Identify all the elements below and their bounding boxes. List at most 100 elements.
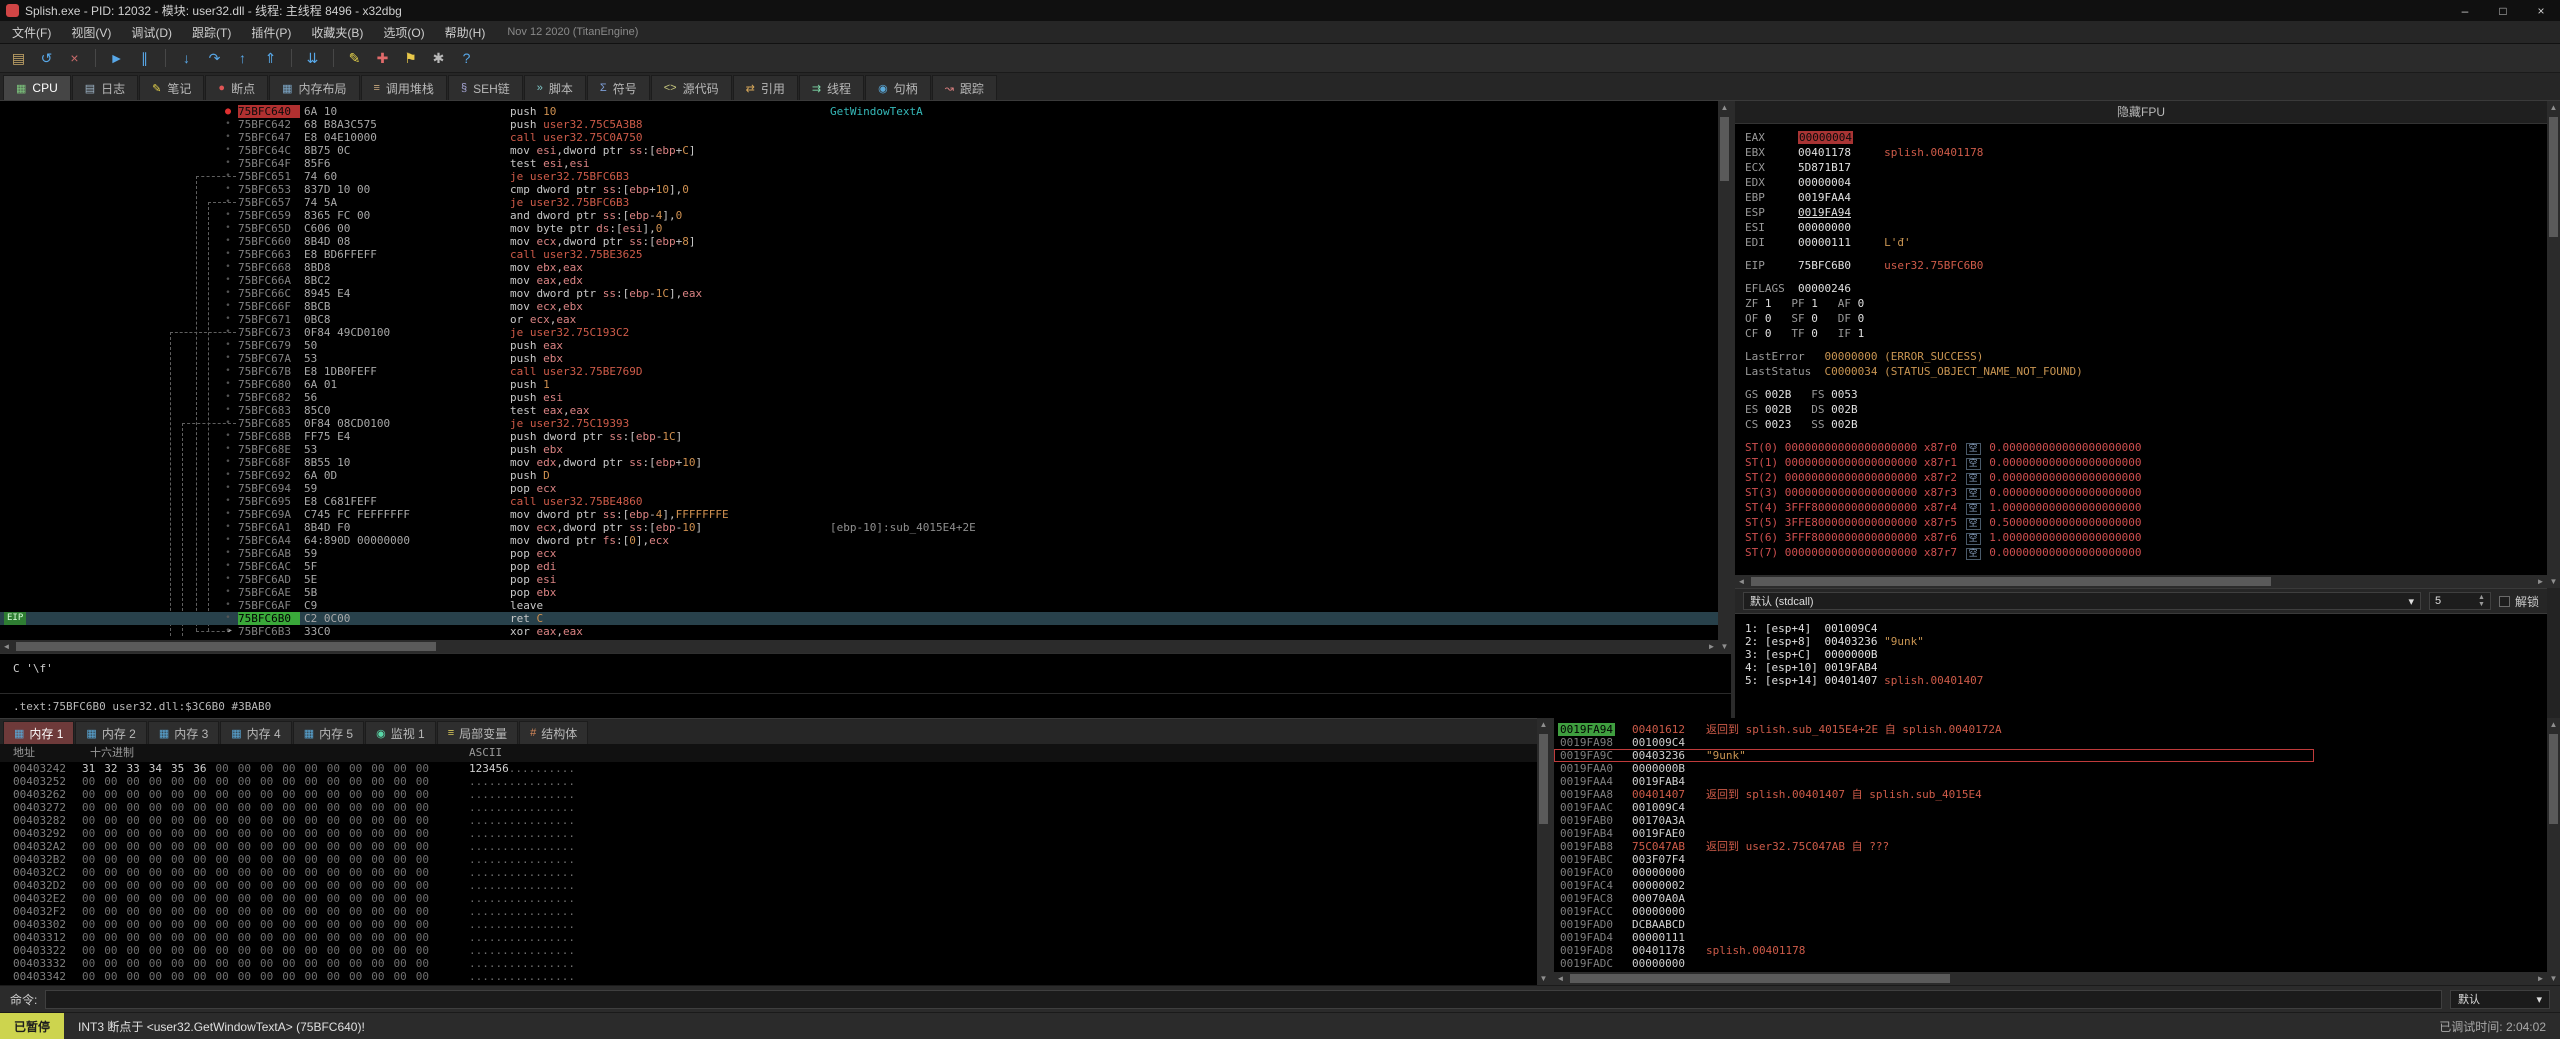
command-default-dropdown[interactable]: 默认 ▾ bbox=[2450, 989, 2550, 1009]
gutter-dot[interactable]: • bbox=[222, 365, 234, 378]
scroll-up-icon[interactable]: ▲ bbox=[1718, 101, 1731, 114]
gutter-dot[interactable]: • bbox=[222, 196, 234, 209]
stack-row[interactable]: 0019FAA8 00401407 返回到 splish.00401407 自 sp… bbox=[1554, 788, 2314, 801]
dump-row[interactable]: 004032F2 00 00 00 00 00 00 00 00 00 00 00 00 00 00 00 00… bbox=[0, 905, 1537, 918]
tab-symbols[interactable]: Σ 符号 bbox=[586, 75, 650, 100]
scroll-right-icon[interactable]: ► bbox=[1705, 640, 1718, 653]
stack-hscrollbar[interactable]: ◄ ► bbox=[1554, 972, 2547, 985]
gutter-dot[interactable]: • bbox=[222, 261, 234, 274]
gutter-dot[interactable]: • bbox=[222, 482, 234, 495]
registers-vscrollbar[interactable]: ▲ ▼ bbox=[2547, 101, 2560, 588]
minimize-button[interactable]: – bbox=[2446, 0, 2484, 21]
gutter-dot[interactable]: • bbox=[222, 469, 234, 482]
disasm-row[interactable]: • 75BFC6AD 5E pop esi bbox=[0, 573, 1718, 586]
gutter-dot[interactable]: • bbox=[222, 404, 234, 417]
argument-line[interactable]: 2: [esp+8] 00403236 "9unk" bbox=[1745, 635, 2547, 648]
gutter-dot[interactable]: • bbox=[222, 131, 234, 144]
tab-cpu[interactable]: ▦ CPU bbox=[3, 75, 71, 100]
gutter-dot[interactable]: • bbox=[222, 521, 234, 534]
disasm-row[interactable]: EIP • 75BFC6B0 C2 0C00 ret C bbox=[0, 612, 1718, 625]
disasm-row[interactable]: • 75BFC694 59 pop ecx bbox=[0, 482, 1718, 495]
disasm-row[interactable]: • 75BFC682 56 push esi bbox=[0, 391, 1718, 404]
gutter-dot[interactable]: • bbox=[222, 248, 234, 261]
step-over-button[interactable]: ↷ bbox=[202, 47, 227, 70]
scroll-down-icon[interactable]: ▼ bbox=[2547, 575, 2560, 588]
gutter-dot[interactable]: • bbox=[222, 443, 234, 456]
scroll-thumb[interactable] bbox=[2549, 734, 2558, 824]
dump-row[interactable]: 00403272 00 00 00 00 00 00 00 00 00 00 00 00 00 00 00 00… bbox=[0, 801, 1537, 814]
disasm-row[interactable]: • 75BFC6B3 33C0 xor eax,eax bbox=[0, 625, 1718, 638]
gutter-dot[interactable]: • bbox=[222, 508, 234, 521]
argument-line[interactable]: 4: [esp+10] 0019FAB4 bbox=[1745, 661, 2547, 674]
gutter-dot[interactable]: • bbox=[222, 209, 234, 222]
register-line[interactable]: ST(7) 00000000000000000000 x87r7 空 0.000… bbox=[1745, 545, 2547, 560]
scroll-left-icon[interactable]: ◄ bbox=[1554, 972, 1567, 985]
tab-memory-map[interactable]: ▦ 内存布局 bbox=[269, 75, 360, 100]
stack-row[interactable]: 0019FAB0 00170A3A bbox=[1554, 814, 2314, 827]
disasm-row[interactable]: • 75BFC642 68 B8A3C575 push user32.75C5A3B8 bbox=[0, 118, 1718, 131]
notes-button[interactable]: ✎ bbox=[342, 47, 367, 70]
tab-notes[interactable]: ✎ 笔记 bbox=[139, 75, 205, 100]
dump-row[interactable]: 00403282 00 00 00 00 00 00 00 00 00 00 00 00 00 00 00 00… bbox=[0, 814, 1537, 827]
gutter-dot[interactable]: • bbox=[222, 183, 234, 196]
gutter-dot[interactable]: • bbox=[222, 300, 234, 313]
disasm-row[interactable]: • 75BFC66A 8BC2 mov eax,edx bbox=[0, 274, 1718, 287]
gutter-dot[interactable]: • bbox=[222, 534, 234, 547]
dump-row[interactable]: 00403312 00 00 00 00 00 00 00 00 00 00 00 00 00 00 00 00… bbox=[0, 931, 1537, 944]
register-line[interactable]: LastError 00000000 (ERROR_SUCCESS) bbox=[1745, 349, 2547, 364]
register-line[interactable]: EBX 00401178 splish.00401178 bbox=[1745, 145, 2547, 160]
disasm-row[interactable]: • 75BFC659 8365 FC 00 and dword ptr ss:[ebp… bbox=[0, 209, 1718, 222]
register-line[interactable]: EFLAGS 00000246 bbox=[1745, 281, 2547, 296]
register-line[interactable]: EAX 00000004 bbox=[1745, 130, 2547, 145]
gutter-dot[interactable]: • bbox=[222, 144, 234, 157]
tab-log[interactable]: ▤ 日志 bbox=[71, 75, 139, 100]
disasm-row[interactable]: • 75BFC68F 8B55 10 mov edx,dword ptr ss:[eb… bbox=[0, 456, 1718, 469]
disasm-row[interactable]: • 75BFC66C 8945 E4 mov dword ptr ss:[ebp-1C… bbox=[0, 287, 1718, 300]
stack-row[interactable]: 0019FABC 003F07F4 bbox=[1554, 853, 2314, 866]
disasm-row[interactable]: • 75BFC660 8B4D 08 mov ecx,dword ptr ss:[eb… bbox=[0, 235, 1718, 248]
disasm-row[interactable]: • 75BFC657 74 5A je user32.75BFC6B3 bbox=[0, 196, 1718, 209]
menu-item[interactable]: 帮助(H) bbox=[435, 24, 496, 41]
disasm-row[interactable]: • 75BFC680 6A 01 push 1 bbox=[0, 378, 1718, 391]
gutter-dot[interactable]: • bbox=[222, 573, 234, 586]
disasm-row[interactable]: • 75BFC65D C606 00 mov byte ptr ds:[esi],0 bbox=[0, 222, 1718, 235]
disasm-row[interactable]: • 75BFC67A 53 push ebx bbox=[0, 352, 1718, 365]
scroll-down-icon[interactable]: ▼ bbox=[2547, 972, 2560, 985]
register-line[interactable]: CS 0023 SS 002B bbox=[1745, 417, 2547, 432]
disasm-row[interactable]: • 75BFC671 0BC8 or ecx,eax bbox=[0, 313, 1718, 326]
register-line[interactable]: OF 0 SF 0 DF 0 bbox=[1745, 311, 2547, 326]
help-button[interactable]: ? bbox=[454, 47, 479, 70]
tab-trace[interactable]: ↝ 跟踪 bbox=[931, 75, 997, 100]
gutter-dot[interactable]: • bbox=[222, 430, 234, 443]
dump-row[interactable]: 004032E2 00 00 00 00 00 00 00 00 00 00 00 00 00 00 00 00… bbox=[0, 892, 1537, 905]
dump-tab-struct[interactable]: # 结构体 bbox=[519, 721, 589, 744]
dump-row[interactable]: 004032C2 00 00 00 00 00 00 00 00 00 00 00 00 00 00 00 00… bbox=[0, 866, 1537, 879]
disasm-row[interactable]: • 75BFC6AF C9 leave bbox=[0, 599, 1718, 612]
execute-till-return-button[interactable]: ↑ bbox=[230, 47, 255, 70]
disasm-row[interactable]: • 75BFC64F 85F6 test esi,esi bbox=[0, 157, 1718, 170]
disasm-row[interactable]: • 75BFC685 0F84 08CD0100 je user32.75C19393 bbox=[0, 417, 1718, 430]
argument-line[interactable]: 5: [esp+14] 00401407 splish.00401407 bbox=[1745, 674, 2547, 687]
run-to-user-code-button[interactable]: ⇑ bbox=[258, 47, 283, 70]
disasm-row[interactable]: • 75BFC6A4 64:890D 00000000 mov dword ptr f… bbox=[0, 534, 1718, 547]
gutter-dot[interactable]: • bbox=[222, 235, 234, 248]
stack-row[interactable]: 0019FA9C 00403236 "9unk" bbox=[1554, 749, 2314, 762]
dump-row[interactable]: 00403262 00 00 00 00 00 00 00 00 00 00 00 00 00 00 00 00… bbox=[0, 788, 1537, 801]
stack-row[interactable]: 0019FAC4 00000002 bbox=[1554, 879, 2314, 892]
gutter-dot[interactable]: • bbox=[222, 612, 234, 625]
menu-item[interactable]: 收藏夹(B) bbox=[301, 24, 373, 41]
register-line[interactable]: ST(6) 3FFF8000000000000000 x87r6 空 1.000… bbox=[1745, 530, 2547, 545]
scroll-down-icon[interactable]: ▼ bbox=[1537, 972, 1550, 985]
register-line[interactable]: EDX 00000004 bbox=[1745, 175, 2547, 190]
menu-item[interactable]: 文件(F) bbox=[2, 24, 61, 41]
gutter-dot[interactable]: • bbox=[222, 274, 234, 287]
command-input[interactable] bbox=[45, 989, 2442, 1009]
tab-call-stack[interactable]: ≡ 调用堆栈 bbox=[360, 75, 447, 100]
register-line[interactable]: ESI 00000000 bbox=[1745, 220, 2547, 235]
disasm-row[interactable]: • 75BFC679 50 push eax bbox=[0, 339, 1718, 352]
disasm-vscrollbar[interactable]: ▲ ▼ bbox=[1718, 101, 1731, 653]
gutter-dot[interactable]: • bbox=[222, 326, 234, 339]
gutter-dot[interactable]: • bbox=[222, 495, 234, 508]
gutter-dot[interactable]: • bbox=[222, 118, 234, 131]
dump-row[interactable]: 00403332 00 00 00 00 00 00 00 00 00 00 00 00 00 00 00 00… bbox=[0, 957, 1537, 970]
